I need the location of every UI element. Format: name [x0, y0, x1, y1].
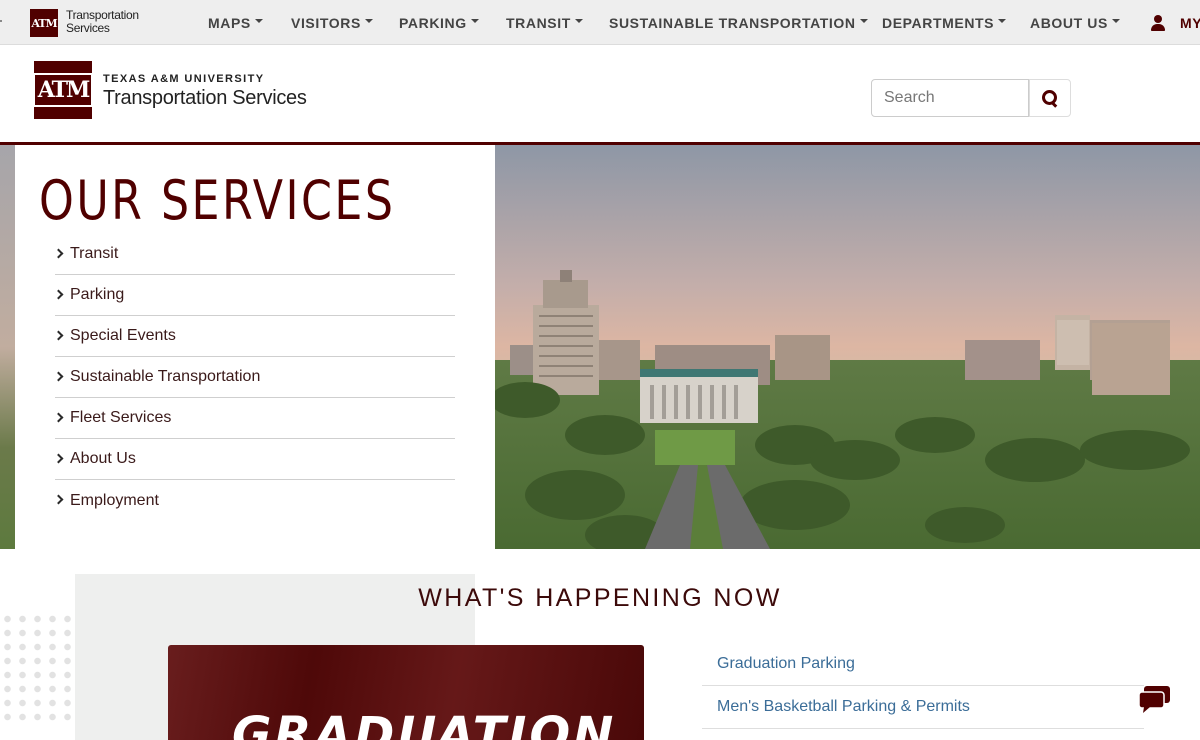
service-label: Special Events: [70, 327, 176, 344]
news-link-mens-basketball[interactable]: Men's Basketball Parking & Permits: [702, 686, 1144, 729]
caret-down-icon: [1111, 18, 1120, 23]
nav-item-departments[interactable]: DEPARTMENTS: [882, 0, 1007, 45]
graduation-card-text: GRADUATION: [232, 707, 617, 740]
our-services-panel: OUR SERVICES Transit Parking Special Eve…: [15, 145, 495, 549]
hero-banner: OUR SERVICES Transit Parking Special Eve…: [0, 145, 1200, 549]
chevron-right-icon: [53, 412, 64, 422]
chevron-right-icon: [53, 289, 64, 299]
service-label: Employment: [70, 491, 159, 509]
graduation-feature-card[interactable]: GRADUATION: [168, 645, 644, 740]
my-account-link[interactable]: MY: [1150, 0, 1200, 45]
hero-photo-edge: [0, 145, 15, 549]
nav-label-departments: DEPARTMENTS: [882, 14, 995, 31]
user-icon: [1150, 14, 1166, 31]
caret-down-icon: [254, 18, 263, 23]
nav-label-about-us: ABOUT US: [1030, 14, 1108, 31]
chevron-right-icon: [53, 248, 64, 258]
service-label: About Us: [70, 450, 136, 467]
small-logo-text-line2: Services: [66, 21, 110, 35]
service-label: Sustainable Transportation: [70, 368, 261, 385]
news-link-graduation-parking[interactable]: Graduation Parking: [702, 643, 1144, 686]
chevron-right-icon: [53, 330, 64, 340]
nav-item-sustainable-transportation[interactable]: SUSTAINABLE TRANSPORTATION: [609, 0, 868, 45]
nav-label-parking: PARKING: [399, 14, 467, 31]
service-link-about-us[interactable]: About Us: [53, 439, 455, 480]
university-name[interactable]: TEXAS A&M UNIVERSITY: [103, 73, 264, 85]
my-account-label: MY: [1180, 14, 1200, 31]
nav-label-sustainable: SUSTAINABLE TRANSPORTATION: [609, 14, 856, 31]
service-link-sustainable-transportation[interactable]: Sustainable Transportation: [53, 357, 455, 398]
search-button[interactable]: [1029, 79, 1071, 117]
nav-label-visitors: VISITORS: [291, 14, 361, 31]
caret-down-icon: [574, 18, 583, 23]
search-icon: [1042, 90, 1058, 106]
caret-down-icon: [364, 18, 373, 23]
chevron-right-icon: [53, 371, 64, 381]
service-label: Fleet Services: [70, 409, 172, 426]
site-header: ATM TEXAS A&M UNIVERSITY Transportation …: [0, 45, 1200, 142]
news-list: Graduation Parking Men's Basketball Park…: [702, 643, 1144, 729]
caret-down-icon: [859, 18, 868, 23]
nav-item-maps[interactable]: MAPS: [208, 0, 263, 45]
nav-item-about-us[interactable]: ABOUT US: [1030, 0, 1120, 45]
tamu-logo-mark: ATM: [32, 73, 94, 107]
service-link-special-events[interactable]: Special Events: [53, 316, 455, 357]
chevron-right-icon: [53, 453, 64, 463]
service-label: Parking: [70, 286, 125, 303]
caret-down-icon: [998, 18, 1007, 23]
nav-label-transit: TRANSIT: [506, 14, 571, 31]
search-input[interactable]: [871, 79, 1029, 117]
nav-item-parking[interactable]: PARKING: [399, 0, 479, 45]
news-label: Men's Basketball Parking & Permits: [717, 698, 970, 715]
service-label: Transit: [70, 245, 119, 262]
chevron-right-icon: [53, 494, 64, 505]
nav-item-visitors[interactable]: VISITORS: [291, 0, 373, 45]
service-link-employment[interactable]: Employment: [53, 480, 455, 521]
whats-happening-title: WHAT'S HAPPENING NOW: [418, 584, 782, 612]
top-navigation-bar: ATM Transportation Services MAPS VISITOR…: [0, 0, 1200, 45]
our-services-title: OUR SERVICES: [39, 169, 396, 232]
tamu-logo[interactable]: ATM: [32, 61, 94, 119]
caret-down-icon: [470, 18, 479, 23]
service-link-fleet-services[interactable]: Fleet Services: [53, 398, 455, 439]
nav-item-transit[interactable]: TRANSIT: [506, 0, 583, 45]
small-logo-text[interactable]: Transportation Services: [66, 9, 139, 35]
tamu-small-logo[interactable]: ATM: [30, 9, 58, 37]
site-title[interactable]: Transportation Services: [103, 87, 307, 110]
nav-label-maps: MAPS: [208, 14, 251, 31]
service-link-transit[interactable]: Transit: [53, 234, 455, 275]
edge-marker: [0, 20, 2, 22]
service-link-parking[interactable]: Parking: [53, 275, 455, 316]
chat-icon[interactable]: [1138, 684, 1172, 714]
news-label: Graduation Parking: [717, 655, 855, 672]
campus-aerial-photo: [495, 145, 1200, 549]
services-list: Transit Parking Special Events Sustainab…: [53, 234, 455, 521]
